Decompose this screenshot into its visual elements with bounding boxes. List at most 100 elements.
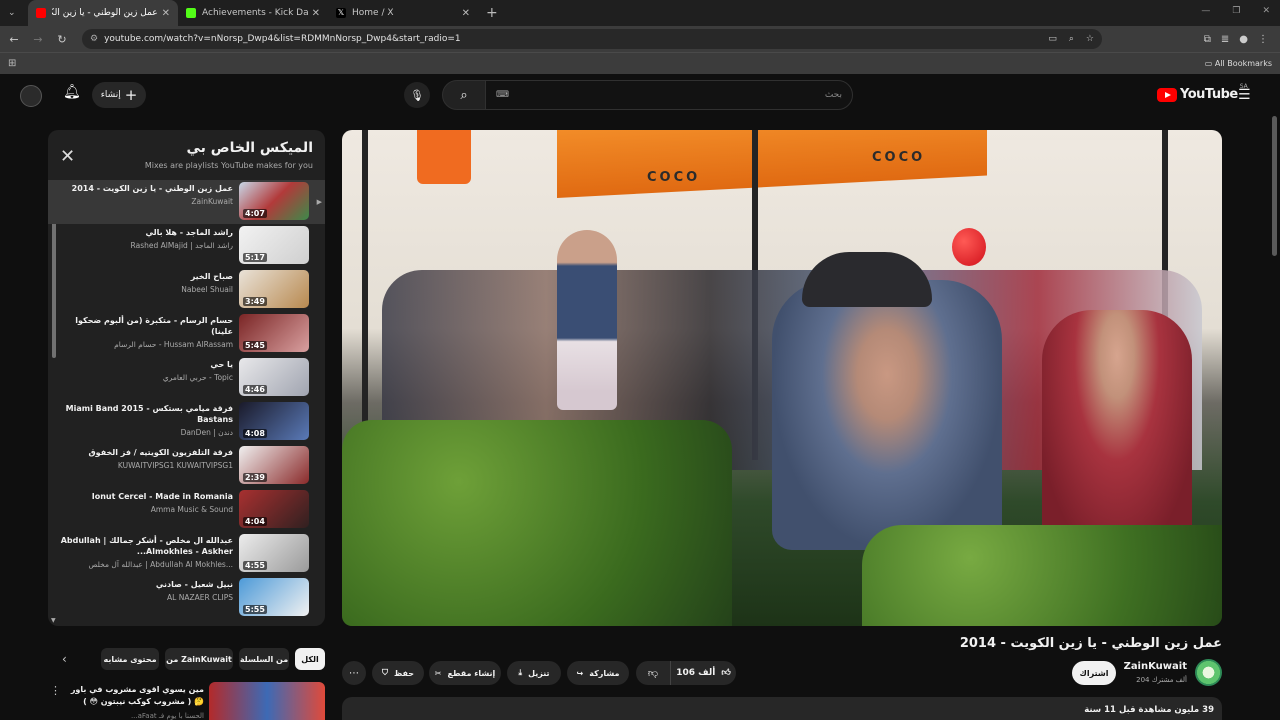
search-button[interactable]: ⌕ [442,80,486,110]
tab-youtube[interactable]: عمل زين الوطني - يا زين الكو ✕ [28,0,178,26]
save-button[interactable]: ⛉ حفظ [372,661,424,685]
close-tab-icon[interactable]: ✕ [312,8,320,19]
create-button[interactable]: إنشاء + [92,82,146,108]
subscribe-button[interactable]: اشتراك [1072,661,1116,685]
profile-icon[interactable]: ● [1239,34,1248,45]
playlist-item[interactable]: 5:17 راشد الماجد - هلا بالي Rashed AlMajid… [58,224,325,268]
zoom-icon[interactable]: ⌕ [1069,34,1074,44]
playlist-item-thumbnail[interactable]: 5:17 [239,226,309,264]
notifications-bell-icon[interactable]: 🔔︎ [63,84,81,100]
playlist-item-thumbnail[interactable]: 5:45 [239,314,309,352]
browser-toolbar-icons: ⧉ ≣ ● ⋮ [1204,34,1268,45]
playlist-item-title: راشد الماجد - هلا بالي [145,228,233,237]
url-input[interactable]: ⚙ youtube.com/watch?v=nNorsp_Dwp4&list=R… [82,29,1102,49]
youtube-logo[interactable]: YouTube SA [1157,83,1248,102]
playlist-item-thumbnail[interactable]: 2:39 [239,446,309,484]
maximize-icon[interactable]: ❐ [1232,6,1240,16]
download-button[interactable]: ⤓ تنزيل [507,661,561,685]
chip-related[interactable]: محتوى مشابه [101,648,159,670]
close-icon[interactable]: ✕ [60,146,75,167]
recommended-video[interactable]: مين يسوي اقوى مشروب في باور 🤔 ( مشروب كو… [48,682,325,720]
more-actions-icon[interactable]: ⋯ [342,661,366,685]
playlist-items: 4:07 عمل زين الوطني - يا زين الكويت - 201… [48,180,325,620]
playlist-item-channel: عبدالله آل مخلص | Abdullah Al Mokhles... [88,560,233,569]
playlist-item-title: عمل زين الوطني - يا زين الكويت - 2014 [71,184,233,193]
playlist-item[interactable]: 5:45 حسام الرسام - متكبرة (من ألبوم ضحكوا… [58,312,325,356]
playlist-item-channel: Rashed AlMajid | راشد الماجد [130,241,233,250]
video-player[interactable]: COCO COCO [342,130,1222,626]
recommended-title[interactable]: مين يسوي اقوى مشروب في باور 🤔 ( مشروب كو… [64,684,204,708]
page-scrollbar[interactable] [1272,116,1277,256]
keyboard-icon[interactable]: ⌨ [496,90,509,100]
playlist-item-thumbnail[interactable]: 4:08 [239,402,309,440]
chip-all[interactable]: الكل [295,648,325,670]
cast-icon[interactable]: ▭ [1048,34,1057,44]
x-favicon-icon: 𝕏 [336,8,346,18]
dislike-button[interactable]: 👎︎ [636,661,670,685]
playlist-item-text: يا حي حربي العامري - Topic [58,356,233,382]
description-box[interactable]: 39 مليون مشاهدة قبل 11 سنة [342,697,1222,720]
chip-from-channel[interactable]: من ZainKuwait [165,648,233,670]
search-input[interactable]: ⌨ بحث [485,80,853,110]
all-bookmarks-button[interactable]: ▭ All Bookmarks [1205,59,1272,68]
apps-grid-icon[interactable]: ⊞ [8,58,16,69]
chevron-left-icon[interactable]: ‹ [62,652,67,666]
playlist-item-thumbnail[interactable]: 4:04 [239,490,309,528]
duration-badge: 3:49 [243,297,267,306]
playlist-item-thumbnail[interactable]: 3:49 [239,270,309,308]
playlist-item[interactable]: 5:55 نبيل شعيل - صادني AL NAZAER CLIPS [58,576,325,620]
scroll-down-icon[interactable]: ▼ [51,617,56,624]
like-button[interactable]: 106 ألف 👍︎ [670,661,736,685]
create-label: إنشاء [100,90,121,100]
clip-button[interactable]: ✂ إنشاء مقطع [429,661,501,685]
views-and-date: 39 مليون مشاهدة قبل 11 سنة [1084,705,1214,715]
now-playing-icon: ▶ [316,198,322,206]
minimize-icon[interactable]: — [1201,6,1210,16]
new-tab-icon[interactable]: + [486,5,498,21]
forward-icon[interactable]: → [28,33,48,46]
hamburger-menu-icon[interactable]: ☰ [1238,87,1251,103]
youtube-favicon-icon [36,8,46,18]
playlist-item[interactable]: 4:46 يا حي حربي العامري - Topic [58,356,325,400]
duration-badge: 5:55 [243,605,267,614]
tab-title: عمل زين الوطني - يا زين الكو [52,8,158,18]
more-options-icon[interactable]: ⋮ [50,684,61,697]
playlist-item[interactable]: 4:07 عمل زين الوطني - يا زين الكويت - 201… [48,180,325,224]
browser-menu-icon[interactable]: ⋮ [1258,34,1268,45]
site-info-icon[interactable]: ⚙ [90,34,98,44]
playlist-item[interactable]: 3:49 صباح الخير Nabeel Shuail [58,268,325,312]
tab-kick[interactable]: Achievements - Kick Dashboard ✕ [178,0,328,26]
reload-icon[interactable]: ↻ [52,33,72,46]
playlist-item-text: حسام الرسام - متكبرة (من ألبوم ضحكوا علي… [58,312,233,349]
playlist-item[interactable]: 2:39 فرقة التلفزيون الكويتيه / فز الخفوق K… [58,444,325,488]
playlist-item-text: Ionut Cercel - Made in Romania Amma Music… [58,488,233,514]
close-window-icon[interactable]: ✕ [1262,6,1270,16]
close-tab-icon[interactable]: ✕ [162,8,170,19]
bookmark-star-icon[interactable]: ☆ [1086,34,1094,44]
playlist-item[interactable]: 4:55 عبدالله ال مخلص - أشكر جمالك | Abdul… [58,532,325,576]
avatar[interactable] [20,85,42,107]
playlist-item-channel: حربي العامري - Topic [162,373,233,382]
voice-search-mic-icon[interactable]: 🎙︎ [404,82,430,108]
duration-badge: 4:55 [243,561,267,570]
media-icon[interactable]: ≣ [1221,34,1229,45]
playlist-header: الميكس الخاص بي Mixes are playlists YouT… [48,130,325,178]
close-tab-icon[interactable]: ✕ [462,8,470,19]
playlist-item-thumbnail[interactable]: 5:55 [239,578,309,616]
playlist-item[interactable]: 4:08 فرقة ميامي بستكس Miami Band 2015 - B… [58,400,325,444]
playlist-item-thumbnail[interactable]: 4:55 [239,534,309,572]
channel-avatar[interactable] [1195,659,1222,686]
tab-search-button[interactable]: ⌄ [8,8,22,18]
tab-x[interactable]: 𝕏 Home / X ✕ [328,0,478,26]
playlist-item-channel: ZainKuwait [191,197,233,206]
recommended-thumbnail[interactable] [209,682,325,720]
chip-series[interactable]: من السلسلة [239,648,289,670]
share-button[interactable]: ↪ مشاركة [567,661,629,685]
extensions-icon[interactable]: ⧉ [1204,34,1211,45]
back-icon[interactable]: ← [4,33,24,46]
address-bar-row: ← → ↻ ⚙ youtube.com/watch?v=nNorsp_Dwp4&… [0,26,1280,52]
playlist-item-thumbnail[interactable]: 4:07 [239,182,309,220]
playlist-item-thumbnail[interactable]: 4:46 [239,358,309,396]
playlist-item-title: يا حي [210,360,233,369]
playlist-item[interactable]: 4:04 Ionut Cercel - Made in Romania Amma M… [58,488,325,532]
